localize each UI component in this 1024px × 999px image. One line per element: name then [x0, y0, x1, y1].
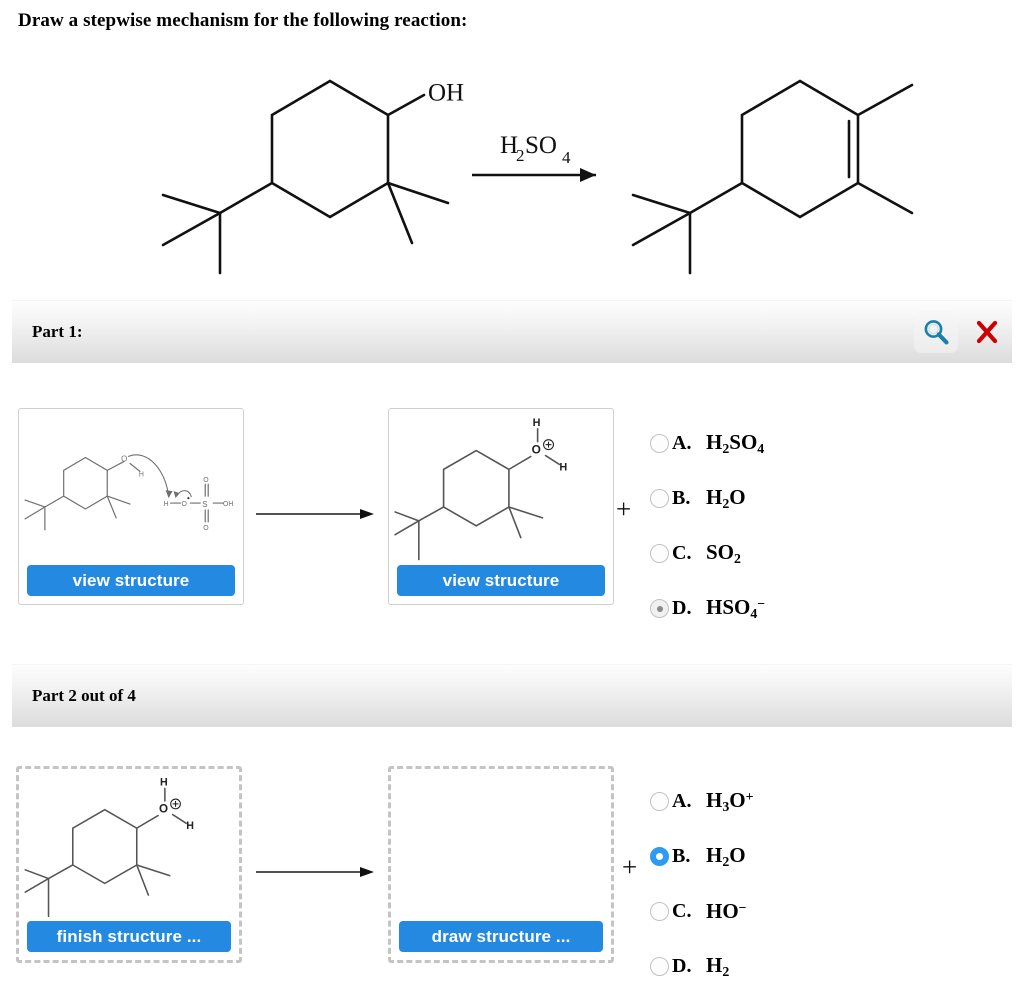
acid-o-bottom-label: O: [203, 525, 209, 532]
alcohol-h-label: H: [139, 471, 144, 478]
part-1-radio-d[interactable]: [650, 599, 669, 618]
part-1-header-icons: [914, 311, 1002, 353]
lone-pair-dot: [187, 496, 190, 500]
part-1-right-structure-box[interactable]: O H H view structure: [388, 408, 614, 605]
acid-o-top-label: O: [203, 477, 209, 484]
curved-arrow-long-head: [165, 490, 173, 499]
part-2-right-structure-box[interactable]: draw structure ...: [388, 766, 614, 963]
part-2-letter-b: B.: [672, 845, 691, 867]
part-2-choice-list: A. H3O+ B. H2O C. HO− D. H2: [650, 774, 754, 994]
part-1-formula-c: SO2: [706, 540, 741, 566]
part-1-header: Part 1:: [12, 300, 1012, 363]
part-2-formula-b: H2O: [706, 843, 746, 869]
part-1-radio-b[interactable]: [650, 489, 669, 508]
oxonium-h-top-label: H: [533, 417, 541, 429]
part-1-answer-row: O H H O S OH O O view structure O H H vi…: [0, 408, 1024, 623]
part-2-formula-c: HO−: [706, 899, 747, 923]
part-1-letter-b: B.: [672, 487, 691, 509]
part-2-letter-a: A.: [672, 790, 692, 812]
part-1-formula-a: H2SO4: [706, 430, 765, 456]
part-1-choice-c[interactable]: C. SO2: [650, 526, 765, 581]
oxonium-o-label: O: [532, 443, 541, 457]
reagent-h-sub: 2: [516, 146, 525, 165]
reaction-scheme-svg: OH H 2 SO 4: [161, 79, 914, 275]
part-2-radio-c[interactable]: [650, 902, 669, 921]
part-2-choice-b[interactable]: B. H2O: [650, 829, 754, 884]
page-title: Draw a stepwise mechanism for the follow…: [18, 10, 468, 31]
reactant-oh-label: OH: [428, 80, 464, 107]
part-2-radio-d[interactable]: [650, 957, 669, 976]
oxonium-h-right-label: H: [559, 461, 567, 473]
part-2-answer-row: O H H finish structure ... draw structur…: [0, 766, 1024, 981]
part-2-choice-d[interactable]: D. H2: [650, 939, 754, 994]
scheme-arrow-icon: [472, 168, 596, 182]
part-2-formula-a: H3O+: [706, 788, 754, 814]
reactant-skeleton: [161, 79, 450, 275]
part-2-row-arrow-icon: [256, 862, 376, 882]
part-1-choice-d[interactable]: D. HSO4−: [650, 581, 765, 636]
part-1-left-view-structure-button[interactable]: view structure: [27, 565, 235, 596]
part-1-left-structure-box[interactable]: O H H O S OH O O view structure: [18, 408, 244, 605]
part-1-label: Part 1:: [32, 322, 83, 341]
acid-s-label: S: [202, 500, 207, 509]
reagent-so-sub: 4: [562, 148, 571, 167]
curved-arrow-short-head: [173, 491, 180, 499]
magnifier-icon[interactable]: [914, 311, 958, 353]
part-2-finish-structure-button[interactable]: finish structure ...: [27, 921, 231, 952]
part-2-label: Part 2 out of 4: [32, 686, 136, 705]
part-2-choice-a[interactable]: A. H3O+: [650, 774, 754, 829]
part-1-letter-a: A.: [672, 432, 692, 454]
close-x-icon[interactable]: [972, 312, 1002, 352]
reaction-scheme: OH H 2 SO 4: [0, 55, 1024, 290]
part-1-radio-c[interactable]: [650, 544, 669, 563]
acid-oh-label: OH: [223, 501, 233, 508]
acid-o-label: O: [181, 501, 187, 508]
part-1-formula-d: HSO4−: [706, 595, 766, 621]
curved-arrow-long: [127, 454, 170, 497]
acid-h-label: H: [164, 501, 169, 508]
part-1-letter-c: C.: [672, 542, 692, 564]
oxonium-h-top-label: H: [160, 776, 168, 788]
part-2-formula-d: H2: [706, 953, 730, 979]
part-1-radio-a[interactable]: [650, 434, 669, 453]
oxonium-o-label: O: [159, 803, 168, 816]
reagent-so: SO: [525, 132, 557, 159]
part-1-choice-a[interactable]: A. H2SO4: [650, 416, 765, 471]
part-2-letter-d: D.: [672, 955, 692, 977]
part-1-right-view-structure-button[interactable]: view structure: [397, 565, 605, 596]
product-skeleton: [631, 79, 914, 275]
part-2-radio-b[interactable]: [650, 847, 669, 866]
reagent-label: H 2 SO 4: [500, 132, 571, 167]
part-1-formula-b: H2O: [706, 485, 746, 511]
part-2-header: Part 2 out of 4: [12, 664, 1012, 727]
part-2-left-structure-box[interactable]: O H H finish structure ...: [16, 766, 242, 963]
part-2-letter-c: C.: [672, 900, 692, 922]
part-1-letter-d: D.: [672, 597, 692, 619]
part-2-plus-sign: +: [622, 852, 638, 882]
part-2-radio-a[interactable]: [650, 792, 669, 811]
alcohol-o-label: O: [121, 454, 127, 463]
part-1-row-arrow-icon: [256, 504, 376, 524]
part-1-choice-b[interactable]: B. H2O: [650, 471, 765, 526]
part-2-draw-structure-button[interactable]: draw structure ...: [399, 921, 603, 952]
part-1-choice-list: A. H2SO4 B. H2O C. SO2 D. HSO4−: [650, 416, 765, 636]
part-1-plus-sign: +: [616, 494, 632, 524]
part-2-choice-c[interactable]: C. HO−: [650, 884, 754, 939]
oxonium-h-right-label: H: [186, 820, 194, 832]
